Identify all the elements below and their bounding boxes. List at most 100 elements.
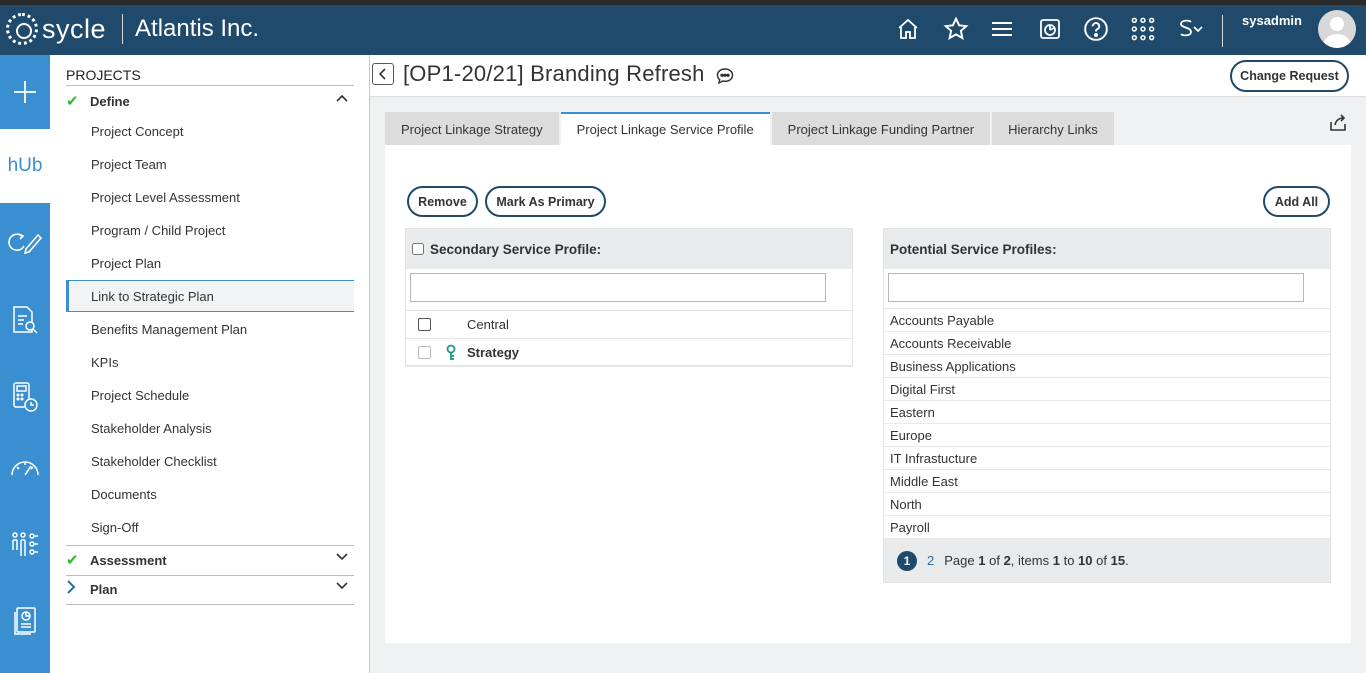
switch-icon[interactable] <box>1176 15 1206 43</box>
row-checkbox[interactable] <box>418 318 431 331</box>
change-request-button[interactable]: Change Request <box>1230 60 1349 92</box>
edit-cycle-icon[interactable] <box>0 212 50 272</box>
comment-icon[interactable] <box>716 67 734 85</box>
nav-item-program-child-project[interactable]: Program / Child Project <box>66 214 354 246</box>
grid-header-label: Secondary Service Profile: <box>430 241 602 257</box>
list-item[interactable]: Middle East <box>884 470 1330 493</box>
star-icon[interactable] <box>942 15 970 43</box>
table-row[interactable]: Strategy <box>406 339 852 367</box>
nav-item-stakeholder-checklist[interactable]: Stakeholder Checklist <box>66 445 354 477</box>
people-settings-icon[interactable] <box>0 515 50 575</box>
pager-page: 1 <box>978 553 986 568</box>
home-icon[interactable] <box>894 15 922 43</box>
header-divider <box>1222 15 1223 47</box>
pager-pages: 2 <box>1003 553 1011 568</box>
tab-hierarchy-links[interactable]: Hierarchy Links <box>992 112 1114 145</box>
chevron-down-icon[interactable] <box>336 581 348 593</box>
grid-header-label: Potential Service Profiles: <box>890 241 1057 257</box>
help-icon[interactable] <box>1082 15 1110 43</box>
username[interactable]: sysadmin <box>1242 13 1302 28</box>
chevron-down-icon[interactable] <box>336 552 348 564</box>
list-item[interactable]: Accounts Payable <box>884 309 1330 332</box>
check-icon: ✔ <box>66 93 79 110</box>
menu-icon[interactable] <box>988 15 1016 43</box>
tab-project-linkage-strategy[interactable]: Project Linkage Strategy <box>385 112 559 145</box>
nav-item-kpis[interactable]: KPIs <box>66 346 354 378</box>
nav-item-link-to-strategic-plan[interactable]: Link to Strategic Plan <box>66 280 354 312</box>
secondary-service-profile-grid: Secondary Service Profile: Central Strat… <box>405 228 853 367</box>
gauge-icon[interactable] <box>0 438 50 498</box>
mark-as-primary-button[interactable]: Mark As Primary <box>485 186 606 217</box>
logo-divider <box>122 14 124 44</box>
tab-panel: Remove Mark As Primary Add All Secondary… <box>385 145 1351 643</box>
page-title: [OP1-20/21] Branding Refresh <box>403 61 705 86</box>
plus-icon[interactable] <box>0 55 50 129</box>
chevron-up-icon[interactable] <box>336 93 348 105</box>
nav-group-label: Plan <box>90 581 118 597</box>
nav-group-plan[interactable]: Plan <box>66 575 354 603</box>
nav-item-documents[interactable]: Documents <box>66 478 354 510</box>
title-bar: [OP1-20/21] Branding Refresh Change Requ… <box>370 55 1366 97</box>
document-search-icon[interactable] <box>0 290 50 350</box>
pager-text: , items <box>1010 553 1050 568</box>
nav-title: PROJECTS <box>66 67 141 83</box>
nav-group-label: Assessment <box>90 552 167 568</box>
list-item[interactable]: Business Applications <box>884 355 1330 378</box>
list-item[interactable]: Payroll <box>884 516 1330 539</box>
row-checkbox-disabled <box>418 346 431 359</box>
remove-button[interactable]: Remove <box>407 186 478 217</box>
secondary-filter-input[interactable] <box>410 273 826 302</box>
report-icon[interactable] <box>0 592 50 652</box>
select-all-checkbox[interactable] <box>412 243 424 255</box>
pager-page-link[interactable]: 2 <box>927 553 934 568</box>
pager-text: Page <box>944 553 975 568</box>
hub-logo[interactable]: hUb <box>0 129 50 203</box>
pager-current-page[interactable]: 1 <box>897 550 917 571</box>
grid-header: Secondary Service Profile: <box>406 229 852 269</box>
list-item[interactable]: Digital First <box>884 378 1330 401</box>
nav-item-project-team[interactable]: Project Team <box>66 148 354 180</box>
list-item[interactable]: North <box>884 493 1330 516</box>
check-icon: ✔ <box>66 552 79 569</box>
hub-label: hUb <box>7 155 43 176</box>
list-item[interactable]: IT Infrastucture <box>884 447 1330 470</box>
nav-item-project-level-assessment[interactable]: Project Level Assessment <box>66 181 354 213</box>
list-item[interactable]: Europe <box>884 424 1330 447</box>
nav-group-label: Define <box>90 93 130 109</box>
potential-filter-input[interactable] <box>888 273 1304 302</box>
grid-header: Potential Service Profiles: <box>884 229 1330 269</box>
table-row[interactable]: Central <box>406 311 852 339</box>
add-all-button[interactable]: Add All <box>1263 186 1330 217</box>
grid-filter-row <box>406 269 852 311</box>
nav-item-sign-off[interactable]: Sign-Off <box>66 511 354 543</box>
nav-item-project-schedule[interactable]: Project Schedule <box>66 379 354 411</box>
tab-bar: Project Linkage Strategy Project Linkage… <box>385 112 1116 145</box>
list-item[interactable]: Accounts Receivable <box>884 332 1330 355</box>
nav-item-benefits-management-plan[interactable]: Benefits Management Plan <box>66 313 354 345</box>
calculator-clock-icon[interactable] <box>0 367 50 427</box>
share-icon[interactable] <box>1328 113 1348 133</box>
list-item[interactable]: Eastern <box>884 401 1330 424</box>
pager-text: to <box>1063 553 1075 568</box>
nav-item-project-concept[interactable]: Project Concept <box>66 115 354 147</box>
chevron-right-icon <box>66 580 90 598</box>
company-name: Atlantis Inc. <box>135 15 260 42</box>
nav-item-project-plan[interactable]: Project Plan <box>66 247 354 279</box>
nav-item-stakeholder-analysis[interactable]: Stakeholder Analysis <box>66 412 354 444</box>
pager-text: of <box>1096 553 1107 568</box>
pager-total: 15 <box>1110 553 1126 568</box>
potential-service-profiles-grid: Potential Service Profiles: Accounts Pay… <box>883 228 1331 583</box>
pager: 1 2 Page 1 of 2, items 1 to 10 of 15. <box>884 539 1330 582</box>
top-header: sycle Atlantis Inc. sysadmin <box>0 0 1366 55</box>
sycle-logo[interactable]: sycle Atlantis Inc. <box>6 13 259 45</box>
nav-group-assessment[interactable]: ✔ Assessment <box>66 546 354 574</box>
apps-grid-icon[interactable] <box>1129 15 1157 43</box>
tab-project-linkage-funding-partner[interactable]: Project Linkage Funding Partner <box>771 112 991 145</box>
avatar[interactable] <box>1318 10 1356 48</box>
tab-project-linkage-service-profile[interactable]: Project Linkage Service Profile <box>560 112 770 145</box>
dashboard-icon[interactable] <box>1036 15 1064 43</box>
main-content: [OP1-20/21] Branding Refresh Change Requ… <box>370 55 1366 673</box>
pager-text: . <box>1125 553 1129 568</box>
nav-group-define[interactable]: ✔ Define <box>66 87 354 115</box>
back-button[interactable] <box>372 63 394 85</box>
